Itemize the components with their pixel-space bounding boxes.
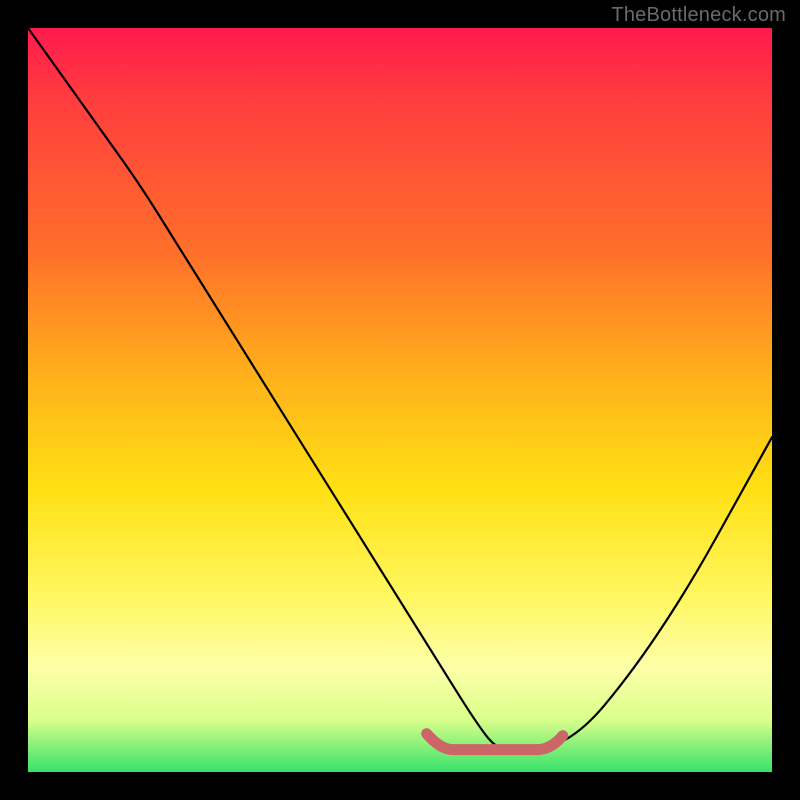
watermark-text: TheBottleneck.com <box>611 4 786 27</box>
curve-red-plateau <box>427 734 563 750</box>
chart-plot-area <box>28 28 772 772</box>
curve-black-line <box>28 28 772 750</box>
bottleneck-curve <box>28 28 772 772</box>
chart-frame: TheBottleneck.com <box>0 0 800 800</box>
